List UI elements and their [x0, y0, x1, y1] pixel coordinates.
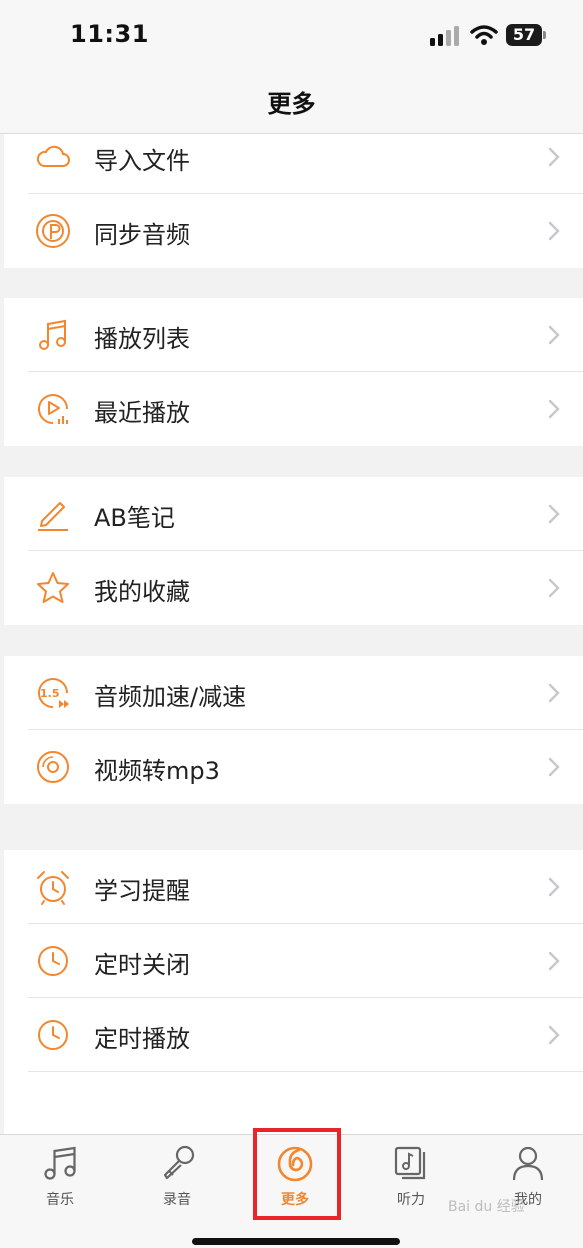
watermark: Bai du 经验	[448, 1199, 525, 1215]
music-note-icon	[39, 319, 66, 350]
list-item-study-reminder[interactable]: 学习提醒	[4, 850, 583, 924]
speed-icon: 1.5	[38, 678, 69, 708]
chevron-right-icon	[548, 147, 560, 167]
user-icon	[512, 1146, 544, 1181]
settings-list: 导入文件 同步音频 播放列表 最近播放 AB笔记 我的收藏 1.5 音频加速/减…	[4, 134, 583, 1134]
home-indicator	[192, 1238, 400, 1245]
chevron-right-icon	[548, 1025, 560, 1045]
podcast-icon	[36, 214, 70, 248]
list-item-label: AB笔记	[94, 504, 175, 532]
list-item-import-file[interactable]: 导入文件	[4, 120, 583, 194]
list-item-label: 我的收藏	[94, 578, 190, 606]
section-gap	[4, 804, 583, 850]
tab-label: 录音	[163, 1192, 191, 1208]
tab-music[interactable]: 音乐	[2, 1135, 118, 1215]
chevron-right-icon	[548, 951, 560, 971]
cloud-icon	[36, 145, 70, 167]
star-icon	[37, 572, 69, 603]
disc-icon	[37, 751, 69, 783]
recent-play-icon	[38, 394, 68, 424]
highlight-box	[253, 1128, 341, 1220]
list-item-label: 学习提醒	[94, 877, 190, 905]
chevron-right-icon	[548, 578, 560, 598]
list-item-audio-speed[interactable]: 1.5 音频加速/减速	[4, 656, 583, 730]
status-bar: 11:31 57	[0, 0, 583, 70]
tab-label: 音乐	[46, 1192, 74, 1208]
chevron-right-icon	[548, 325, 560, 345]
cellular-signal-icon	[430, 26, 459, 46]
list-item-label: 视频转mp3	[94, 757, 220, 785]
pen-icon	[38, 502, 68, 531]
chevron-right-icon	[548, 399, 560, 419]
list-item-sleep-timer[interactable]: 定时关闭	[4, 924, 583, 998]
section-gap	[4, 446, 583, 477]
list-item-label: 定时关闭	[94, 951, 190, 979]
listening-icon	[394, 1146, 426, 1180]
list-item-ab-notes[interactable]: AB笔记	[4, 477, 583, 551]
music-icon	[44, 1146, 76, 1180]
section-gap	[4, 268, 583, 298]
battery-level: 57	[512, 25, 536, 44]
section-gap	[4, 625, 583, 656]
page-title: 更多	[267, 90, 316, 118]
microphone-icon	[163, 1145, 195, 1180]
clock-icon	[38, 946, 68, 976]
list-item-label: 定时播放	[94, 1025, 190, 1053]
list-item-video-to-mp3[interactable]: 视频转mp3	[4, 730, 583, 804]
tab-recording[interactable]: 录音	[119, 1135, 235, 1215]
clock-icon	[38, 1020, 68, 1050]
svg-text:1.5: 1.5	[40, 687, 60, 700]
chevron-right-icon	[548, 683, 560, 703]
list-item-label: 音频加速/减速	[94, 683, 247, 711]
list-item-playlist[interactable]: 播放列表	[4, 298, 583, 372]
chevron-right-icon	[548, 221, 560, 241]
battery-indicator: 57	[506, 24, 548, 46]
list-item-label: 播放列表	[94, 325, 190, 353]
status-time: 11:31	[70, 20, 149, 48]
list-item-label: 导入文件	[94, 147, 190, 175]
alarm-clock-icon	[37, 871, 69, 905]
chevron-right-icon	[548, 757, 560, 777]
list-item-label: 最近播放	[94, 399, 190, 427]
list-item-recent-play[interactable]: 最近播放	[4, 372, 583, 446]
list-item-sync-audio[interactable]: 同步音频	[4, 194, 583, 268]
chevron-right-icon	[548, 504, 560, 524]
list-item-favorites[interactable]: 我的收藏	[4, 551, 583, 625]
chevron-right-icon	[548, 877, 560, 897]
wifi-icon	[470, 25, 498, 45]
list-item-scheduled-play[interactable]: 定时播放	[4, 998, 583, 1072]
list-item-label: 同步音频	[94, 221, 190, 249]
